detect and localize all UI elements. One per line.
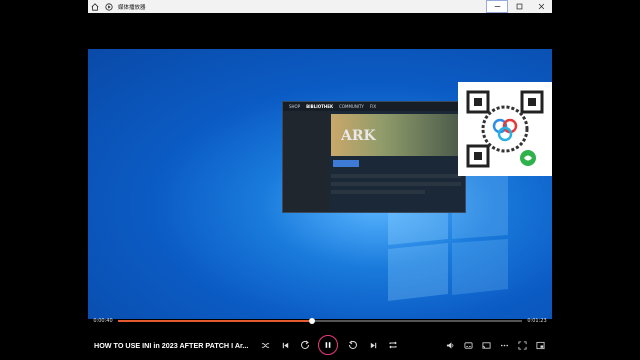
close-button[interactable]: [530, 0, 552, 13]
captions-button[interactable]: [460, 336, 476, 354]
previous-icon: [282, 342, 288, 348]
miniplayer-button[interactable]: [532, 336, 548, 354]
repeat-icon: [389, 341, 397, 349]
shuffle-icon: [261, 342, 269, 348]
volume-button[interactable]: [442, 336, 458, 354]
next-button[interactable]: [364, 336, 382, 354]
forward-icon: [349, 340, 357, 349]
rewind-icon: [301, 340, 309, 349]
steam-game-title: ARK: [341, 128, 376, 144]
secondary-controls: [440, 336, 548, 354]
fullscreen-icon: [517, 340, 527, 350]
player-area: SHOP BIBLIOTHEK COMMUNITY FIX ARK 0:00:4…: [88, 13, 552, 360]
steam-row: [331, 174, 461, 178]
video-title: HOW TO USE INI in 2023 AFTER PATCH I Ar.…: [94, 340, 249, 350]
steam-nav-fix: FIX: [369, 104, 377, 109]
steam-nav-shop: SHOP: [289, 104, 301, 109]
steam-sidebar: [283, 111, 329, 212]
miniplayer-icon: [535, 341, 545, 349]
seek-bar-fill: [118, 320, 312, 322]
seek-bar-thumb[interactable]: [308, 317, 315, 324]
steam-nav-community: COMMUNITY: [339, 104, 364, 109]
shuffle-button[interactable]: [256, 336, 274, 354]
qr-code: [458, 82, 552, 176]
repeat-button[interactable]: [384, 336, 402, 354]
fullscreen-button[interactable]: [514, 336, 530, 354]
steam-play-button: [333, 160, 359, 167]
current-time: 0:00:40: [93, 318, 113, 324]
maximize-button[interactable]: [508, 0, 530, 13]
minimize-button[interactable]: [486, 0, 508, 13]
steam-row: [331, 182, 461, 186]
next-icon: [370, 342, 376, 348]
close-icon: [538, 3, 544, 10]
rewind-button[interactable]: [296, 336, 314, 354]
pause-icon: [325, 342, 331, 348]
steam-nav-library: BIBLIOTHEK: [306, 104, 334, 109]
steam-nav: SHOP BIBLIOTHEK COMMUNITY FIX: [283, 102, 465, 111]
volume-icon: [446, 341, 453, 349]
media-player-icon: [102, 0, 116, 13]
maximize-icon: [516, 3, 522, 10]
playback-controls: HOW TO USE INI in 2023 AFTER PATCH I Ar.…: [88, 330, 552, 360]
captions-icon: [463, 341, 473, 349]
home-icon[interactable]: [88, 0, 102, 13]
video-frame[interactable]: SHOP BIBLIOTHEK COMMUNITY FIX ARK: [88, 49, 552, 319]
more-icon: [500, 344, 508, 346]
steam-window: SHOP BIBLIOTHEK COMMUNITY FIX ARK: [282, 101, 466, 213]
more-button[interactable]: [496, 336, 512, 354]
cast-button[interactable]: [478, 336, 494, 354]
steam-row: [331, 190, 425, 194]
app-title: 媒体播放器: [118, 4, 146, 11]
progress-row: 0:00:40 0:01:23: [88, 315, 552, 327]
title-bar: 媒体播放器: [88, 0, 552, 13]
forward-button[interactable]: [344, 336, 362, 354]
pause-button[interactable]: [318, 335, 338, 355]
seek-bar[interactable]: [118, 317, 522, 324]
minimize-icon: [494, 6, 500, 7]
previous-button[interactable]: [276, 336, 294, 354]
total-time: 0:01:23: [527, 318, 547, 324]
cast-icon: [481, 341, 491, 349]
